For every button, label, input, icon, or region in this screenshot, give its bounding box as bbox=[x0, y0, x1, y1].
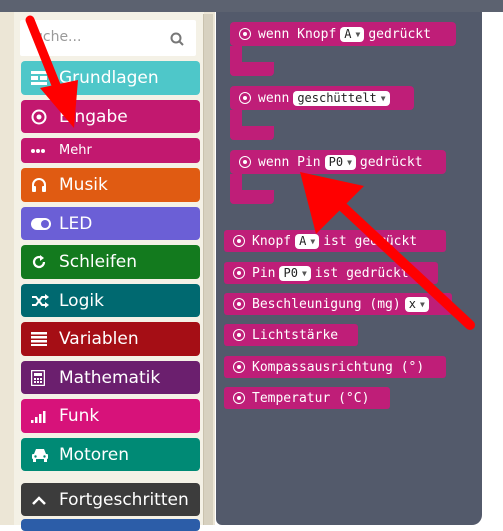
arrow-to-pin-block bbox=[300, 172, 475, 330]
right-margin bbox=[482, 12, 503, 525]
arrow-to-eingabe bbox=[25, 15, 78, 128]
annotation-arrows bbox=[25, 15, 475, 330]
